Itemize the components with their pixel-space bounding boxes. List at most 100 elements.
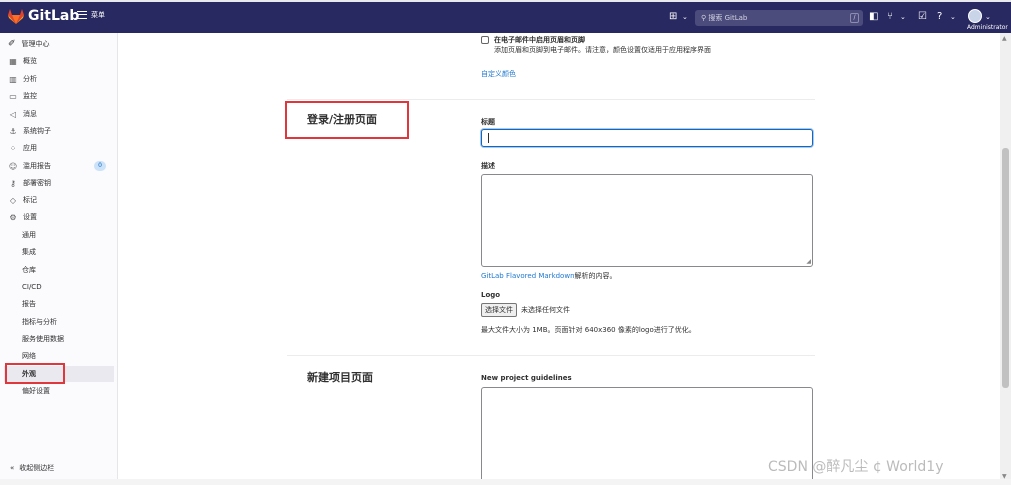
sidebar-subitem-network[interactable]: 网络 — [4, 348, 114, 364]
sidebar-subitem-general[interactable]: 通用 — [4, 227, 114, 243]
page-scrollbar[interactable]: ▲ ▼ — [1000, 33, 1011, 485]
sidebar-subitem-metrics[interactable]: 指标与分析 — [4, 314, 114, 330]
gitlab-logo[interactable]: GitLab — [8, 8, 79, 24]
bottom-strip — [0, 479, 1011, 485]
chevron-down-icon[interactable]: ⌄ — [900, 11, 906, 23]
sidebar-subitem-repository[interactable]: 仓库 — [4, 262, 114, 278]
logo-file-input[interactable]: 选择文件 未选择任何文件 — [481, 303, 570, 317]
scroll-up-icon[interactable]: ▲ — [1002, 35, 1007, 42]
avatar[interactable] — [968, 9, 982, 23]
sidebar-subitem-preferences[interactable]: 偏好设置 — [4, 383, 114, 399]
sidebar-item-deploy-keys[interactable]: ⚷ 部署密钥 — [4, 175, 114, 191]
scrollbar-thumb[interactable] — [1002, 148, 1009, 388]
sidebar-item-analytics[interactable]: ▥ 分析 — [4, 71, 114, 87]
text-caret — [488, 133, 489, 143]
chevron-down-icon[interactable]: ⌄ — [985, 11, 991, 23]
highlight-annotation-box — [285, 101, 409, 139]
sidebar-subitem-label: 通用 — [22, 231, 36, 239]
issues-icon[interactable]: ◧ — [869, 11, 878, 23]
sidebar-item-messages[interactable]: ◁ 消息 — [4, 106, 114, 122]
main-content: 在电子邮件中启用页眉和页脚 添加页眉和页脚到电子邮件。请注意，颜色设置仅适用于应… — [119, 33, 997, 485]
brand-name: GitLab — [28, 8, 80, 24]
sidebar-item-label: 滥用报告 — [23, 162, 51, 170]
top-navbar: GitLab 菜单 ⊞ ⌄ ⚲ 搜索 GitLab / ◧ ⑂ ⌄ ☑ ? ⌄ … — [0, 0, 1011, 33]
help-icon[interactable]: ? — [937, 11, 942, 23]
watermark: CSDN @醉凡尘 ¢ World1y — [768, 459, 944, 475]
search-placeholder: 搜索 GitLab — [708, 14, 748, 22]
chevron-down-icon[interactable]: ⌄ — [950, 11, 956, 23]
sidebar-item-settings[interactable]: ⚙ 设置 — [4, 209, 114, 225]
markdown-help-suffix: 解析的内容。 — [574, 272, 617, 280]
sidebar-header[interactable]: ✐ 管理中心 — [8, 36, 50, 52]
sidebar-subitem-label: 服务使用数据 — [22, 335, 64, 343]
hook-icon: ⚓ — [9, 126, 17, 136]
sidebar-item-label: 监控 — [23, 92, 37, 100]
sidebar-subitem-label: 偏好设置 — [22, 387, 50, 395]
sidebar-subitem-label: 指标与分析 — [22, 318, 57, 326]
email-header-footer-checkbox-row: 在电子邮件中启用页眉和页脚 — [481, 35, 585, 45]
email-header-footer-checkbox[interactable] — [481, 36, 489, 44]
markdown-link[interactable]: GitLab Flavored Markdown — [481, 272, 575, 280]
new-project-section-title: 新建项目页面 — [307, 371, 373, 384]
search-icon: ⚲ — [701, 14, 707, 22]
chevron-down-icon[interactable]: ⌄ — [682, 11, 688, 23]
sidebar-subitem-usage-data[interactable]: 服务使用数据 — [4, 331, 114, 347]
search-shortcut-badge: / — [850, 13, 859, 23]
count-badge: 0 — [94, 161, 106, 171]
emoji-icon: ☺ — [8, 161, 18, 171]
title-input[interactable] — [481, 129, 813, 147]
sidebar-item-label: 部署密钥 — [23, 179, 51, 187]
logo-help-text: 最大文件大小为 1MB。页面针对 640x360 像素的logo进行了优化。 — [481, 326, 696, 334]
custom-color-link[interactable]: 自定义颜色 — [481, 69, 516, 79]
section-divider — [287, 99, 815, 100]
sidebar-subitem-reporting[interactable]: 报告 — [4, 296, 114, 312]
sidebar-item-monitoring[interactable]: ▭ 监控 — [4, 88, 114, 104]
sidebar-subitem-cicd[interactable]: CI/CD — [4, 279, 114, 295]
sidebar-item-label: 应用 — [23, 144, 37, 152]
search-input[interactable]: ⚲ 搜索 GitLab / — [695, 10, 863, 26]
choose-file-button[interactable]: 选择文件 — [481, 303, 517, 317]
sidebar-item-system-hooks[interactable]: ⚓ 系统钩子 — [4, 123, 114, 139]
sidebar-item-applications[interactable]: ⁘ 应用 — [4, 140, 114, 156]
create-new-icon[interactable]: ⊞ — [669, 11, 677, 23]
sidebar-item-overview[interactable]: ▦ 概览 — [4, 53, 114, 69]
sidebar-subitem-integrations[interactable]: 集成 — [4, 244, 114, 260]
hamburger-icon — [77, 11, 87, 19]
section-divider — [287, 355, 815, 356]
resize-handle-icon[interactable]: ◢ — [806, 259, 811, 265]
megaphone-icon: ◁ — [9, 109, 17, 119]
new-project-guidelines-textarea[interactable] — [481, 387, 813, 485]
merge-requests-icon[interactable]: ⑂ — [887, 11, 893, 23]
sidebar-subitem-label: 报告 — [22, 300, 36, 308]
description-textarea[interactable]: ◢ — [481, 174, 813, 267]
new-project-guidelines-label: New project guidelines — [481, 374, 572, 382]
main-menu-button[interactable]: 菜单 — [77, 10, 105, 20]
sidebar-item-label: 标记 — [23, 196, 37, 204]
sidebar-item-label: 消息 — [23, 110, 37, 118]
menu-label: 菜单 — [91, 11, 105, 19]
label-icon: ◇ — [9, 195, 17, 205]
sidebar-subitem-label: 网络 — [22, 352, 36, 360]
key-icon: ⚷ — [10, 178, 16, 188]
file-status: 未选择任何文件 — [521, 306, 570, 314]
monitor-icon: ▭ — [9, 91, 17, 101]
collapse-sidebar-button[interactable]: « 收起侧边栏 — [10, 463, 54, 473]
user-name: Administrator — [967, 24, 1008, 31]
gear-icon: ⚙ — [9, 212, 17, 222]
apps-icon: ⁘ — [9, 143, 17, 153]
logo-label: Logo — [481, 291, 501, 299]
sidebar-item-abuse-reports[interactable]: ☺ 滥用报告 0 — [4, 158, 114, 174]
sidebar-item-labels[interactable]: ◇ 标记 — [4, 192, 114, 208]
checkbox-help-text: 添加页眉和页脚到电子邮件。请注意，颜色设置仅适用于应用程序界面 — [494, 46, 711, 54]
sidebar-item-label: 分析 — [23, 75, 37, 83]
sidebar-item-label: 系统钩子 — [23, 127, 51, 135]
sidebar-subitem-label: 集成 — [22, 248, 36, 256]
grid-icon: ▦ — [9, 56, 17, 66]
todos-icon[interactable]: ☑ — [918, 11, 927, 23]
markdown-help: GitLab Flavored Markdown解析的内容。 — [481, 271, 617, 281]
sidebar-subitem-label: 仓库 — [22, 266, 36, 274]
sidebar-subitem-label: CI/CD — [22, 283, 42, 291]
sidebar: ✐ 管理中心 ▦ 概览 ▥ 分析 ▭ 监控 ◁ 消息 ⚓ 系统钩子 ⁘ 应用 ☺… — [0, 33, 118, 485]
sidebar-item-label: 概览 — [23, 57, 37, 65]
checkbox-label: 在电子邮件中启用页眉和页脚 — [494, 36, 585, 44]
